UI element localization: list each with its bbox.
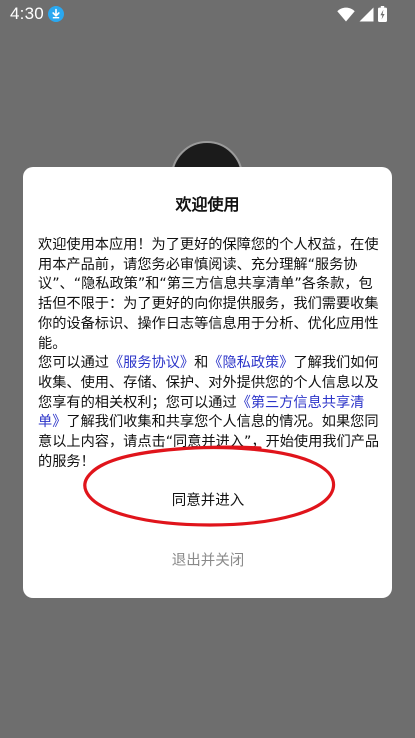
exit-and-close-button[interactable]: 退出并关闭 bbox=[133, 541, 283, 577]
detail-text-segment: 了解我们收集和共享您个人信息的情况。如果您同意以上内容，请点击“同意并进入”，开… bbox=[38, 414, 380, 470]
status-icons bbox=[337, 6, 387, 22]
battery-charging-icon bbox=[378, 6, 387, 22]
privacy-dialog: 欢迎使用 欢迎使用本应用！为了更好的保障您的个人权益，在使用本产品前，请您务必审… bbox=[23, 167, 392, 598]
service-agreement-link[interactable]: 《服务协议》 bbox=[109, 355, 194, 371]
privacy-policy-link[interactable]: 《隐私政策》 bbox=[208, 355, 293, 371]
dialog-title: 欢迎使用 bbox=[175, 195, 240, 214]
wifi-icon bbox=[337, 7, 355, 22]
status-time: 4:30 bbox=[10, 4, 44, 23]
detail-text-segment: 您可以通过 bbox=[38, 355, 109, 372]
dialog-detail-text: 您可以通过《服务协议》和《隐私政策》了解我们如何收集、使用、存储、保护、对外提供… bbox=[38, 354, 380, 472]
cell-signal-icon bbox=[359, 7, 374, 22]
download-icon bbox=[48, 6, 64, 22]
detail-text-segment: 和 bbox=[194, 355, 209, 372]
agree-and-enter-button[interactable]: 同意并进入 bbox=[113, 481, 303, 517]
dialog-intro-text: 欢迎使用本应用！为了更好的保障您的个人权益，在使用本产品前，请您务必审慎阅读、充… bbox=[38, 237, 379, 352]
status-bar: 4:30 bbox=[0, 0, 415, 28]
dialog-body: 欢迎使用本应用！为了更好的保障您的个人权益，在使用本产品前，请您务必审慎阅读、充… bbox=[38, 236, 380, 472]
